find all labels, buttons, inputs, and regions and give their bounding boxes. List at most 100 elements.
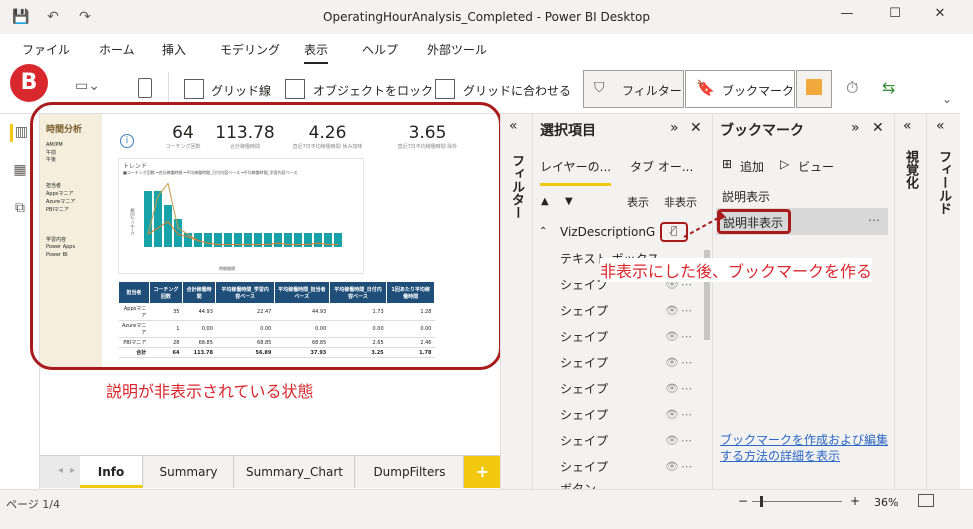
menu-view[interactable]: 表示: [304, 41, 329, 64]
page-view-icon[interactable]: ▭⌄: [75, 78, 115, 100]
annotation-arrow: [683, 211, 726, 238]
eye-icon[interactable]: 👁: [665, 460, 679, 473]
gridlines-label: グリッド線: [211, 84, 272, 98]
layer-item[interactable]: シェイプ: [560, 432, 608, 449]
add-bookmark-button[interactable]: 追加: [740, 158, 764, 175]
more-icon[interactable]: ⋯: [681, 408, 692, 421]
bookmark-help-link[interactable]: ブックマークを作成および編集する方法の詳細を表示: [720, 432, 888, 476]
tab-layer-order[interactable]: レイヤーの...: [540, 158, 612, 186]
zoom-out-button[interactable]: −: [738, 494, 748, 508]
close-pane-icon[interactable]: ✕: [690, 120, 702, 136]
maximize-icon[interactable]: ☐: [880, 6, 910, 21]
layer-item[interactable]: シェイプ: [560, 354, 608, 371]
zoom-level: 36%: [874, 496, 899, 509]
collapse-pane-icon[interactable]: »: [670, 120, 679, 136]
window-title: OperatingHourAnalysis_Completed - Power …: [323, 10, 650, 24]
tab-tab-order[interactable]: タブ オー...: [630, 158, 693, 175]
tab-scroll-right[interactable]: ▸: [70, 465, 75, 476]
menu-external-tools[interactable]: 外部ツール: [427, 41, 487, 58]
gridlines-checkbox[interactable]: [184, 79, 204, 99]
ribbon-collapse-icon[interactable]: ⌄: [942, 92, 952, 106]
more-icon[interactable]: ⋯: [681, 330, 692, 343]
filters-button-label: フィルター: [622, 84, 682, 98]
selection-pane-title: 選択項目: [540, 123, 596, 139]
view-button[interactable]: ビュー: [798, 158, 834, 175]
close-icon[interactable]: ✕: [925, 6, 955, 21]
tab-info[interactable]: Info: [80, 456, 143, 488]
menu-help[interactable]: ヘルプ: [362, 41, 398, 58]
menu-modeling[interactable]: モデリング: [220, 41, 280, 58]
model-view-icon[interactable]: ⧉: [10, 200, 30, 218]
eye-icon[interactable]: 👁: [665, 356, 679, 369]
layer-item[interactable]: シェイプ: [560, 380, 608, 397]
visualizations-pane-collapsed[interactable]: « 視覚化: [894, 114, 926, 489]
fields-pane-collapsed[interactable]: « フィールド: [926, 114, 960, 489]
menu-file[interactable]: ファイル: [22, 41, 70, 58]
sync-slicers-icon[interactable]: ⇆: [882, 78, 895, 97]
annotation-box-report: [30, 102, 502, 370]
snap-grid-checkbox[interactable]: [435, 79, 455, 99]
close-pane-icon[interactable]: ✕: [872, 120, 884, 136]
page-indicator: ページ 1/4: [6, 498, 60, 511]
filter-icon: ⛉: [594, 80, 605, 96]
report-view-icon[interactable]: ▥: [10, 124, 30, 142]
add-page-button[interactable]: +: [464, 456, 502, 488]
data-view-icon[interactable]: ▦: [10, 162, 30, 180]
show-all-link[interactable]: 表示: [627, 194, 649, 210]
minimize-icon[interactable]: —: [832, 6, 862, 21]
eye-icon[interactable]: 👁: [665, 434, 679, 447]
layer-item[interactable]: シェイプ: [560, 458, 608, 475]
zoom-handle[interactable]: [760, 496, 763, 507]
more-icon[interactable]: ⋯: [868, 213, 880, 227]
fit-page-icon[interactable]: [918, 494, 934, 507]
menu-home[interactable]: ホーム: [99, 41, 135, 58]
more-icon[interactable]: ⋯: [681, 382, 692, 395]
status-bar: [0, 489, 973, 529]
bookmark-pane-title: ブックマーク: [720, 123, 804, 139]
performance-icon[interactable]: ⏱: [846, 78, 858, 98]
tab-dumpfilters[interactable]: DumpFilters: [356, 456, 464, 488]
ribbon-divider: [168, 72, 169, 106]
collapse-pane-icon[interactable]: »: [851, 120, 860, 136]
lock-objects-checkbox[interactable]: [285, 79, 305, 99]
tab-summary-chart[interactable]: Summary_Chart: [235, 456, 355, 488]
view-icon[interactable]: ▷: [780, 157, 789, 171]
layer-item[interactable]: シェイプ: [560, 302, 608, 319]
annotation-callout-top: 非表示にした後、ブックマークを作る: [600, 258, 873, 282]
eye-icon[interactable]: 👁: [665, 330, 679, 343]
selection-pane-button[interactable]: [796, 70, 832, 108]
expand-icon[interactable]: «: [936, 118, 945, 134]
eye-icon[interactable]: 👁: [665, 304, 679, 317]
layer-group[interactable]: VizDescriptionG: [560, 225, 655, 239]
menu-insert[interactable]: 挿入: [162, 41, 186, 58]
layer-item[interactable]: ボタン: [560, 480, 596, 489]
layer-item[interactable]: シェイプ: [560, 406, 608, 423]
bookmarks-pane-button[interactable]: 🔖 ブックマーク: [685, 70, 795, 108]
layer-item[interactable]: シェイプ: [560, 328, 608, 345]
expand-icon[interactable]: «: [903, 118, 912, 134]
filters-pane-button[interactable]: ⛉ フィルター: [583, 70, 684, 108]
move-up-icon[interactable]: ▲: [541, 196, 549, 207]
bookmark-item[interactable]: 説明非表示: [723, 214, 783, 231]
zoom-slider[interactable]: [752, 501, 842, 502]
bookmark-item[interactable]: 説明表示: [722, 188, 770, 205]
more-icon[interactable]: ⋯: [681, 434, 692, 447]
more-icon[interactable]: ⋯: [681, 460, 692, 473]
fields-label: フィールド: [936, 150, 951, 215]
mobile-layout-icon[interactable]: [138, 78, 152, 98]
annotation-callout-bottom: 説明が非表示されている状態: [106, 382, 314, 401]
more-icon[interactable]: ⋯: [681, 304, 692, 317]
move-down-icon[interactable]: ▼: [565, 196, 573, 207]
filters-pane-collapsed[interactable]: « フィルター: [500, 114, 532, 489]
tab-scroll-left[interactable]: ◂: [58, 465, 63, 476]
zoom-in-button[interactable]: +: [850, 494, 860, 508]
title-bar: 💾 ↶ ↷ OperatingHourAnalysis_Completed - …: [0, 0, 973, 34]
tab-summary[interactable]: Summary: [144, 456, 234, 488]
eye-icon[interactable]: 👁: [665, 408, 679, 421]
more-icon[interactable]: ⋯: [681, 356, 692, 369]
expand-icon[interactable]: «: [509, 118, 518, 134]
add-bookmark-icon[interactable]: ⊞: [722, 157, 732, 171]
chevron-up-icon[interactable]: ⌃: [539, 226, 547, 237]
eye-icon[interactable]: 👁: [665, 382, 679, 395]
selection-icon: [806, 79, 822, 95]
